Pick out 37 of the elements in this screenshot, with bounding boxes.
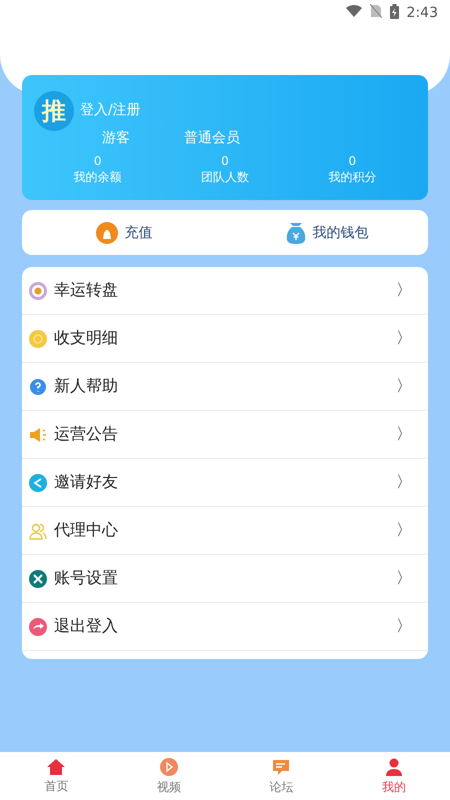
wifi-icon xyxy=(346,4,362,18)
tab[interactable]: 视频 xyxy=(112,752,225,800)
status-time: 2:43 xyxy=(406,4,438,22)
membership-level: 普通会员 xyxy=(184,129,240,147)
user-name: 游客 xyxy=(102,129,130,147)
stat-value: 0 xyxy=(221,153,229,169)
money-bag-icon xyxy=(94,220,118,244)
menu-item[interactable]: 代理中心 〉 xyxy=(22,507,428,555)
wheel-icon xyxy=(28,280,48,300)
play-icon xyxy=(158,756,179,776)
menu-item[interactable]: 邀请好友 〉 xyxy=(22,459,428,507)
battery-icon xyxy=(390,4,399,19)
wallet-button[interactable]: 我的钱包 xyxy=(225,210,428,255)
person-icon xyxy=(384,756,404,776)
help-icon xyxy=(28,376,48,396)
exit-icon xyxy=(28,616,48,636)
menu-item[interactable]: 新人帮助 〉 xyxy=(22,363,428,411)
menu-item[interactable]: 退出登入 〉 xyxy=(22,603,428,651)
stat-label: 我的余额 xyxy=(74,169,122,185)
avatar: 推 xyxy=(34,91,74,131)
tab[interactable]: 我的 xyxy=(338,752,450,800)
menu-item[interactable]: 运营公告 〉 xyxy=(22,411,428,459)
stat-value: 0 xyxy=(94,153,102,169)
tab[interactable]: 论坛 xyxy=(225,752,338,800)
recharge-button[interactable]: 充值 xyxy=(22,210,225,255)
no-sim-icon xyxy=(370,4,382,18)
menu-item[interactable]: 账号设置 〉 xyxy=(22,555,428,603)
coin-icon xyxy=(28,328,48,348)
money-bag-icon xyxy=(284,220,306,244)
menu-item[interactable]: 收支明细 〉 xyxy=(22,315,428,363)
stat-value: 0 xyxy=(348,153,356,169)
menu-item[interactable]: 幸运转盘 〉 xyxy=(22,267,428,315)
stat-label: 团队人数 xyxy=(200,169,249,185)
stat-label: 我的积分 xyxy=(328,169,376,185)
share-icon xyxy=(28,472,48,492)
home-icon xyxy=(46,758,66,776)
tab[interactable]: 首页 xyxy=(0,752,112,800)
